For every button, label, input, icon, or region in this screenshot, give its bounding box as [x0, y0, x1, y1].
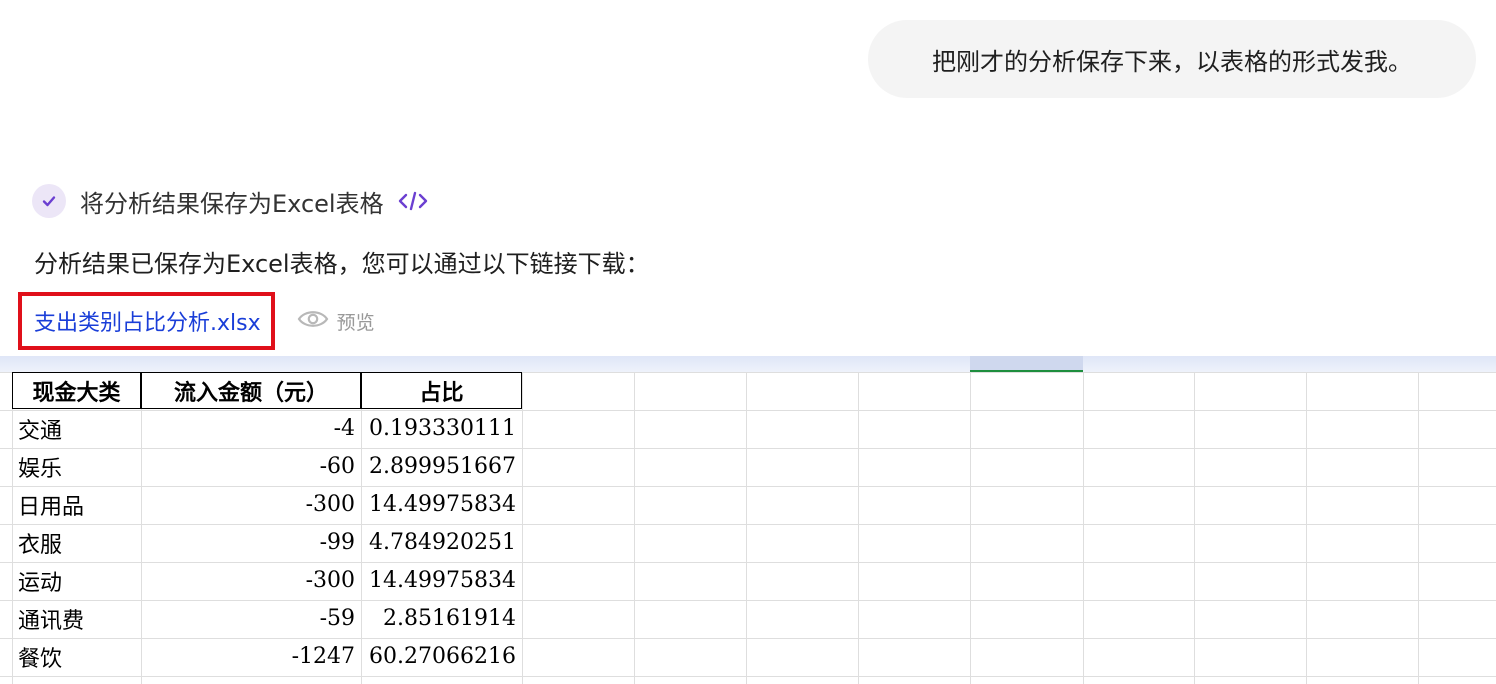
tool-step-label: 将分析结果保存为Excel表格: [80, 189, 384, 218]
preview-label: 预览: [336, 311, 375, 334]
table-cell[interactable]: 14.49975834: [361, 562, 522, 599]
file-attachment-row: 支出类别占比分析.xlsx 预览: [18, 292, 375, 350]
table-cell[interactable]: 娱乐: [12, 448, 141, 485]
table-cell[interactable]: -99: [141, 524, 361, 561]
table-cell[interactable]: 餐饮: [12, 638, 141, 675]
user-message-bubble: 把刚才的分析保存下来，以表格的形式发我。: [868, 20, 1476, 98]
column-header-cell[interactable]: 流入金额（元）: [141, 372, 361, 409]
table-cell[interactable]: 0.193330111: [361, 410, 522, 447]
table-cell[interactable]: 4.784920251: [361, 524, 522, 561]
check-icon: [32, 184, 66, 218]
table-cell[interactable]: 2.85161914: [361, 600, 522, 637]
assistant-answer: 分析结果已保存为Excel表格，您可以通过以下链接下载：: [34, 250, 650, 278]
table-cell[interactable]: -59: [141, 600, 361, 637]
column-header-cell[interactable]: 现金大类: [12, 372, 141, 409]
grid-line: [0, 676, 1496, 677]
table-cell[interactable]: 60.27066216: [361, 638, 522, 675]
tool-step: 将分析结果保存为Excel表格: [32, 183, 428, 219]
user-message-text: 把刚才的分析保存下来，以表格的形式发我。: [932, 47, 1412, 76]
code-icon[interactable]: [398, 190, 428, 212]
file-download-link[interactable]: 支出类别占比分析.xlsx: [18, 292, 275, 350]
table-cell[interactable]: 14.49975834: [361, 486, 522, 523]
table-cell[interactable]: 运动: [12, 562, 141, 599]
eye-icon: [297, 309, 329, 334]
selected-column-header: [970, 356, 1083, 373]
spreadsheet-preview: 现金大类 流入金额（元） 占比交通 -4 0.193330111 娱乐 -60 2.89995…: [0, 356, 1496, 684]
column-header-strip: [0, 356, 1496, 372]
file-name: 支出类别占比分析.xlsx: [34, 311, 261, 336]
table-cell[interactable]: -60: [141, 448, 361, 485]
table-cell[interactable]: 交通: [12, 410, 141, 447]
table-cell[interactable]: 衣服: [12, 524, 141, 561]
table-cell[interactable]: -300: [141, 562, 361, 599]
table-cell[interactable]: -4: [141, 410, 361, 447]
table-cell[interactable]: 日用品: [12, 486, 141, 523]
table-cell[interactable]: 通讯费: [12, 600, 141, 637]
preview-button[interactable]: 预览: [297, 308, 375, 335]
column-header-cell[interactable]: 占比: [361, 372, 522, 409]
table-cell[interactable]: -1247: [141, 638, 361, 675]
table-cell[interactable]: 2.899951667: [361, 448, 522, 485]
table-cell[interactable]: -300: [141, 486, 361, 523]
